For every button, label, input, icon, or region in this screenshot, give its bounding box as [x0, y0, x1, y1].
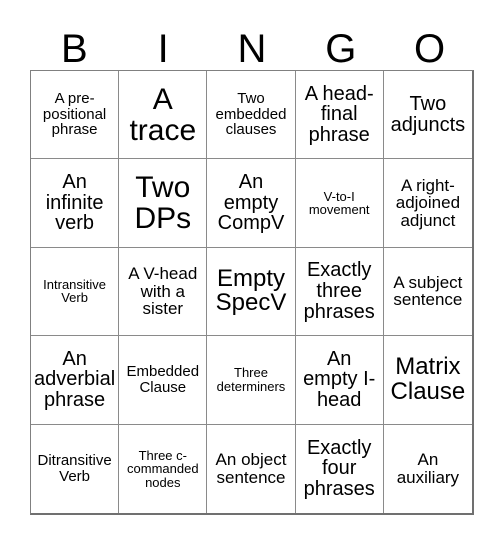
bingo-cell-label: An auxiliary [396, 450, 460, 487]
header-letter-2: N [237, 27, 267, 71]
bingo-cell-label: Two embedded clauses [215, 90, 287, 139]
bingo-cell[interactable]: A head-final phrase [295, 71, 384, 160]
bingo-cell[interactable]: Matrix Clause [383, 336, 472, 425]
bingo-cell-label: Two DPs [134, 170, 192, 236]
bingo-cell[interactable]: An empty I-head [295, 336, 384, 425]
bingo-cell[interactable]: Two adjuncts [383, 71, 472, 160]
bingo-cell[interactable]: A trace [119, 71, 208, 160]
bingo-cell-label: Ditransitive Verb [37, 452, 112, 485]
bingo-cell-label: A trace [129, 82, 197, 147]
bingo-cell[interactable]: Empty SpecV [207, 247, 296, 337]
bingo-cell[interactable]: An auxiliary [383, 424, 472, 513]
bingo-cell-label: Matrix Clause [390, 352, 466, 405]
bingo-cell-label: An adverbial phrase [34, 347, 116, 412]
bingo-cell[interactable]: Two embedded clauses [207, 71, 296, 160]
bingo-cell-label: A right-adjoined adjunct [395, 175, 461, 230]
bingo-cell[interactable]: Three c-commanded nodes [119, 424, 208, 513]
bingo-cell[interactable]: Intransitive Verb [31, 247, 120, 337]
bingo-cell-label: A subject sentence [393, 272, 463, 310]
header-letter-3: G [325, 27, 357, 71]
bingo-cell-label: Embedded Clause [126, 363, 200, 396]
bingo-cell-label: V-to-I movement [308, 188, 370, 218]
bingo-cell[interactable]: An empty CompV [207, 159, 296, 248]
bingo-cell[interactable]: Exactly four phrases [295, 424, 384, 513]
bingo-cell-label: A V-head with a sister [128, 263, 198, 319]
bingo-header-letters: B I N G O [30, 18, 474, 70]
bingo-cell[interactable]: A V-head with a sister [119, 247, 208, 337]
bingo-cell-label: An empty CompV [217, 170, 285, 235]
bingo-cell[interactable]: Two DPs [119, 159, 208, 248]
bingo-cell-label: An object sentence [215, 450, 287, 487]
bingo-card: B I N G O A pre-positional phrase A trac… [0, 0, 500, 544]
bingo-cell-label: Empty SpecV [215, 264, 287, 317]
bingo-cell-label: An empty I-head [303, 347, 376, 412]
header-letter-0: B [61, 27, 88, 71]
bingo-cell[interactable]: A right-adjoined adjunct [383, 159, 472, 248]
bingo-cell-label: Exactly four phrases [303, 436, 375, 501]
bingo-grid: A pre-positional phrase A trace Two embe… [30, 70, 474, 515]
bingo-cell[interactable]: Embedded Clause [119, 336, 208, 425]
bingo-cell-label: Three determiners [216, 365, 286, 394]
bingo-cell[interactable]: Three determiners [207, 336, 296, 425]
bingo-cell[interactable]: An infinite verb [31, 159, 120, 248]
bingo-cell[interactable]: An object sentence [207, 424, 296, 513]
bingo-cell[interactable]: An adverbial phrase [31, 336, 120, 425]
bingo-cell[interactable]: A pre-positional phrase [31, 71, 120, 160]
bingo-cell[interactable]: A subject sentence [383, 247, 472, 337]
bingo-cell-label: Exactly three phrases [303, 259, 375, 323]
header-letter-1: I [157, 27, 169, 71]
bingo-cell[interactable]: V-to-I movement [295, 159, 384, 248]
header-letter-4: O [414, 27, 446, 71]
bingo-cell-label: Two adjuncts [390, 92, 466, 136]
bingo-cell-label: Intransitive Verb [43, 276, 107, 306]
bingo-cell-label: A head-final phrase [304, 82, 374, 147]
bingo-cell-label: Three c-commanded nodes [127, 447, 199, 490]
bingo-cell-label: A pre-positional phrase [42, 90, 107, 139]
bingo-cell[interactable]: Exactly three phrases [295, 247, 384, 337]
bingo-cell[interactable]: Ditransitive Verb [31, 424, 120, 513]
bingo-cell-label: An infinite verb [45, 170, 104, 235]
